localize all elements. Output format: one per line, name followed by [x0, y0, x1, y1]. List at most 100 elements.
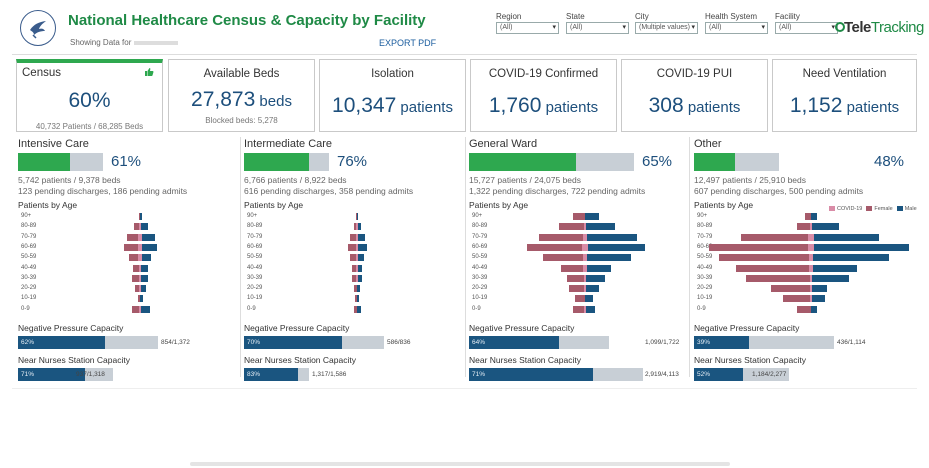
covid-bar[interactable] — [356, 223, 358, 231]
female-bar[interactable] — [771, 285, 811, 293]
male-bar[interactable] — [140, 264, 148, 272]
female-bar[interactable] — [561, 264, 585, 272]
male-bar[interactable] — [811, 285, 827, 293]
male-bar[interactable] — [811, 223, 839, 231]
male-bar[interactable] — [811, 274, 849, 282]
covid-bar[interactable] — [356, 264, 358, 272]
covid-bar[interactable] — [138, 254, 142, 262]
male-bar[interactable] — [585, 254, 631, 262]
male-bar[interactable] — [140, 213, 142, 220]
female-bar[interactable] — [573, 213, 585, 220]
covid-bar[interactable] — [138, 243, 142, 251]
male-bar[interactable] — [811, 213, 817, 220]
covid-bar[interactable] — [582, 243, 588, 251]
male-bar[interactable] — [811, 295, 825, 303]
covid-bar[interactable] — [356, 274, 358, 282]
male-bar[interactable] — [357, 213, 358, 220]
age-label: 70-79 — [697, 233, 713, 240]
covid-bar[interactable] — [810, 274, 812, 282]
kpi-covid-confirmed-card[interactable]: COVID-19 Confirmed 1,760 patients — [470, 59, 617, 132]
female-bar[interactable] — [719, 254, 811, 262]
female-bar[interactable] — [575, 295, 585, 303]
female-bar[interactable] — [567, 274, 585, 282]
male-bar[interactable] — [585, 233, 637, 241]
covid-bar[interactable] — [138, 233, 142, 241]
age-label: 10-19 — [697, 295, 713, 302]
male-bar[interactable] — [811, 264, 857, 272]
male-bar[interactable] — [585, 243, 645, 251]
kpi-covid-pui-card[interactable]: COVID-19 PUI 308 patients — [621, 59, 768, 132]
male-bar[interactable] — [357, 295, 359, 303]
male-bar[interactable] — [585, 305, 595, 313]
covid-bar[interactable] — [584, 223, 586, 231]
male-bar[interactable] — [811, 243, 909, 251]
male-bar[interactable] — [585, 264, 611, 272]
female-bar[interactable] — [569, 285, 585, 293]
kpi-need-ventilation-card[interactable]: Need Ventilation 1,152 patients — [772, 59, 917, 132]
facility-select[interactable]: (All) ▾ — [775, 22, 838, 34]
female-bar[interactable] — [797, 305, 811, 313]
covid-bar[interactable] — [583, 233, 587, 241]
male-bar[interactable] — [140, 295, 143, 303]
covid-bar[interactable] — [356, 254, 358, 262]
covid-bar[interactable] — [139, 223, 141, 231]
kpi-available-beds-card[interactable]: Available Beds 27,873 beds Blocked beds:… — [168, 59, 315, 132]
covid-bar[interactable] — [583, 264, 587, 272]
male-bar[interactable] — [140, 223, 148, 231]
male-bar[interactable] — [357, 305, 361, 313]
male-bar[interactable] — [585, 295, 593, 303]
select-value: (All) — [709, 24, 722, 31]
horizontal-scrollbar[interactable] — [190, 462, 730, 466]
female-bar[interactable] — [797, 223, 811, 231]
female-bar[interactable] — [746, 274, 811, 282]
male-bar[interactable] — [140, 305, 150, 313]
region-select[interactable]: (All) ▾ — [496, 22, 559, 34]
male-bar[interactable] — [585, 285, 599, 293]
covid-bar[interactable] — [356, 233, 358, 241]
city-select[interactable]: (Multiple values) ▾ — [635, 22, 698, 34]
covid-bar[interactable] — [809, 254, 813, 262]
covid-bar[interactable] — [356, 243, 358, 251]
male-bar[interactable] — [140, 243, 157, 251]
covid-bar[interactable] — [810, 295, 812, 303]
covid-bar[interactable] — [808, 243, 814, 251]
female-bar[interactable] — [543, 254, 585, 262]
covid-bar[interactable] — [810, 285, 812, 293]
covid-bar[interactable] — [583, 254, 587, 262]
covid-bar[interactable] — [139, 285, 141, 293]
covid-bar[interactable] — [139, 305, 141, 313]
male-bar[interactable] — [357, 285, 360, 293]
female-bar[interactable] — [527, 243, 585, 251]
female-bar[interactable] — [539, 233, 585, 241]
covid-bar[interactable] — [139, 274, 141, 282]
male-bar[interactable] — [357, 254, 364, 262]
male-bar[interactable] — [140, 233, 155, 241]
female-bar[interactable] — [736, 264, 811, 272]
male-bar[interactable] — [357, 233, 365, 241]
female-bar[interactable] — [559, 223, 585, 231]
male-bar[interactable] — [585, 274, 605, 282]
health-system-select[interactable]: (All) ▾ — [705, 22, 768, 34]
male-bar[interactable] — [140, 274, 148, 282]
male-bar[interactable] — [811, 233, 879, 241]
female-bar[interactable] — [709, 243, 811, 251]
covid-bar[interactable] — [584, 305, 586, 313]
age-label: 50-59 — [21, 254, 37, 261]
state-select[interactable]: (All) ▾ — [566, 22, 629, 34]
export-pdf-button[interactable]: EXPORT PDF — [379, 38, 436, 48]
male-bar[interactable] — [585, 223, 615, 231]
male-bar[interactable] — [357, 243, 367, 251]
female-bar[interactable] — [741, 233, 811, 241]
male-bar[interactable] — [811, 254, 889, 262]
covid-bar[interactable] — [584, 285, 586, 293]
female-bar[interactable] — [783, 295, 811, 303]
covid-bar[interactable] — [139, 264, 141, 272]
covid-bar[interactable] — [809, 264, 813, 272]
male-bar[interactable] — [811, 305, 817, 313]
covid-bar[interactable] — [810, 223, 812, 231]
male-bar[interactable] — [585, 213, 599, 220]
covid-bar[interactable] — [808, 233, 814, 241]
kpi-census-card[interactable]: Census 60% 40,732 Patients / 68,285 Beds — [16, 59, 163, 132]
covid-bar[interactable] — [584, 274, 586, 282]
kpi-isolation-card[interactable]: Isolation 10,347 patients — [319, 59, 466, 132]
